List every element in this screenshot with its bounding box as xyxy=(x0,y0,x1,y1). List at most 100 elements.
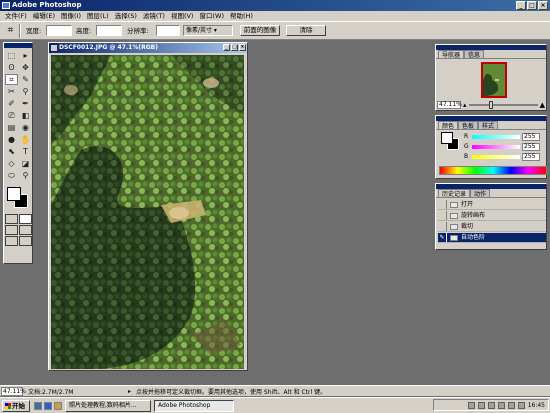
doc-maximize-button[interactable]: □ xyxy=(231,44,238,51)
start-button[interactable]: 开始 xyxy=(2,399,30,412)
desktop-quicklaunch-icon[interactable] xyxy=(34,401,42,410)
maximize-button[interactable]: □ xyxy=(527,1,537,10)
width-field[interactable] xyxy=(46,25,72,36)
tab-info[interactable]: 信息 xyxy=(464,50,485,59)
color-spectrum-bar[interactable] xyxy=(439,166,547,175)
explorer-quicklaunch-icon[interactable] xyxy=(54,401,62,410)
history-item[interactable]: 打开 xyxy=(438,200,546,210)
lasso-tool-icon[interactable]: ʘ xyxy=(5,62,18,73)
menu-image[interactable]: 图像(I) xyxy=(58,11,84,21)
jump-to-imageready-button[interactable] xyxy=(19,236,32,246)
hand-tool-icon[interactable]: ⬭ xyxy=(5,170,18,181)
zoom-in-icon[interactable]: ▲ xyxy=(540,101,545,109)
blue-channel-slider[interactable] xyxy=(472,154,520,159)
history-snapshot-box[interactable] xyxy=(438,222,447,231)
menu-layer[interactable]: 图层(L) xyxy=(84,11,112,21)
history-brush-tool-icon[interactable]: ✒ xyxy=(19,98,32,109)
doc-minimize-button[interactable]: _ xyxy=(223,44,230,51)
notes-tool-icon[interactable]: ◇ xyxy=(5,158,18,169)
clone-stamp-tool-icon[interactable]: ✐ xyxy=(5,98,18,109)
foreground-color-swatch[interactable] xyxy=(7,187,21,201)
crop-icon[interactable]: ⌗ xyxy=(4,25,17,37)
blue-channel-value[interactable]: 255 xyxy=(522,152,540,161)
ie-quicklaunch-icon[interactable] xyxy=(44,401,52,410)
tray-icon[interactable] xyxy=(497,401,505,409)
tab-history[interactable]: 历史记录 xyxy=(438,189,471,198)
minimize-button[interactable]: _ xyxy=(516,1,526,10)
eraser-tool-icon[interactable]: ⎚ xyxy=(5,110,18,121)
tab-navigator[interactable]: 导航器 xyxy=(438,50,465,59)
green-channel-value[interactable]: 255 xyxy=(522,142,540,151)
color-panel-foreground-swatch[interactable] xyxy=(441,132,453,144)
brush-tool-icon[interactable]: ⚲ xyxy=(19,86,32,97)
history-panel: 历史记录 动作 打开 旋转画布 裁切 ✎ 自动色阶 xyxy=(435,183,547,250)
start-label: 开始 xyxy=(12,401,25,410)
gradient-tool-icon[interactable]: ◧ xyxy=(19,110,32,121)
zoom-out-icon[interactable]: ▴ xyxy=(463,101,467,109)
blur-tool-icon[interactable]: ▤ xyxy=(5,122,18,133)
screen-mode-standard-button[interactable] xyxy=(5,225,18,235)
menu-file[interactable]: 文件(F) xyxy=(2,11,30,21)
history-item-current[interactable]: ✎ 自动色阶 xyxy=(438,233,546,243)
taskbar-item-photoshop[interactable]: Adobe Photoshop xyxy=(154,399,234,412)
history-brush-icon[interactable]: ✎ xyxy=(438,233,447,242)
eyedropper-tool-icon[interactable]: ◪ xyxy=(19,158,32,169)
zoom-slider-thumb[interactable] xyxy=(488,100,493,109)
history-item[interactable]: 裁切 xyxy=(438,222,546,232)
front-image-button[interactable]: 前面的图像 xyxy=(240,25,280,36)
height-field[interactable] xyxy=(96,25,122,36)
doc-close-button[interactable]: × xyxy=(239,44,246,51)
tray-icon[interactable] xyxy=(507,401,515,409)
menu-select[interactable]: 选择(S) xyxy=(112,11,140,21)
document-canvas[interactable] xyxy=(51,55,244,369)
move-tool-icon[interactable]: ▸ xyxy=(19,50,32,61)
menu-help[interactable]: 帮助(H) xyxy=(227,11,256,21)
history-item[interactable]: 旋转画布 xyxy=(438,211,546,221)
history-snapshot-box[interactable] xyxy=(438,211,447,220)
status-menu-arrow-icon[interactable]: ▸ xyxy=(128,388,136,395)
screen-mode-fullscreen-button[interactable] xyxy=(5,236,18,246)
zoom-tool-icon[interactable]: ⚲ xyxy=(19,170,32,181)
resolution-units-select[interactable]: 像素/英寸 ▾ xyxy=(183,25,233,36)
healing-brush-tool-icon[interactable]: ✂ xyxy=(5,86,18,97)
magic-wand-tool-icon[interactable]: ✥ xyxy=(19,62,32,73)
history-snapshot-box[interactable] xyxy=(438,200,447,209)
taskbar-item-browser[interactable]: 照片处理教程,数码相片... xyxy=(65,399,151,412)
tray-icon[interactable] xyxy=(477,401,485,409)
menu-filter[interactable]: 滤镜(T) xyxy=(140,11,168,21)
navigator-zoom-field[interactable]: 47.11% xyxy=(437,100,462,109)
clear-button[interactable]: 清除 xyxy=(286,25,326,36)
navigator-thumbnail[interactable] xyxy=(481,62,507,98)
navigator-panel: 导航器 信息 47.11% ▴ ▲ xyxy=(435,44,547,111)
tab-swatches[interactable]: 色板 xyxy=(458,121,479,130)
marquee-tool-icon[interactable]: ⬚ xyxy=(5,50,18,61)
photoshop-window: Adobe Photoshop _ □ × 文件(F) 编辑(E) 图像(I) … xyxy=(0,0,550,413)
menu-view[interactable]: 视图(V) xyxy=(168,11,197,21)
slice-tool-icon[interactable]: ✎ xyxy=(19,74,32,85)
status-zoom-field[interactable]: 47.11% xyxy=(1,386,26,396)
resolution-label: 分辨率: xyxy=(127,27,149,35)
tray-icon[interactable] xyxy=(467,401,475,409)
tab-color[interactable]: 颜色 xyxy=(438,121,459,130)
navigator-zoom-slider[interactable] xyxy=(468,100,538,109)
close-button[interactable]: × xyxy=(538,1,548,10)
crop-tool-icon[interactable]: ⌗ xyxy=(5,74,18,85)
tray-icon[interactable] xyxy=(487,401,495,409)
tab-actions[interactable]: 动作 xyxy=(470,189,491,198)
dodge-tool-icon[interactable]: ◉ xyxy=(19,122,32,133)
quickmask-mode-button[interactable] xyxy=(19,214,32,224)
menu-window[interactable]: 窗口(W) xyxy=(196,11,227,21)
green-channel-slider[interactable] xyxy=(472,144,520,149)
red-channel-value[interactable]: 255 xyxy=(522,132,540,141)
type-tool-icon[interactable]: ✋ xyxy=(19,134,32,145)
screen-mode-full-button[interactable] xyxy=(19,225,32,235)
volume-icon[interactable] xyxy=(517,401,525,409)
shape-tool-icon[interactable]: T xyxy=(19,146,32,157)
resolution-field[interactable] xyxy=(156,25,180,36)
path-select-tool-icon[interactable]: ● xyxy=(5,134,18,145)
standard-mode-button[interactable] xyxy=(5,214,18,224)
pen-tool-icon[interactable]: ⬉ xyxy=(5,146,18,157)
menu-edit[interactable]: 编辑(E) xyxy=(30,11,58,21)
red-channel-slider[interactable] xyxy=(472,134,520,139)
tab-styles[interactable]: 样式 xyxy=(478,121,499,130)
